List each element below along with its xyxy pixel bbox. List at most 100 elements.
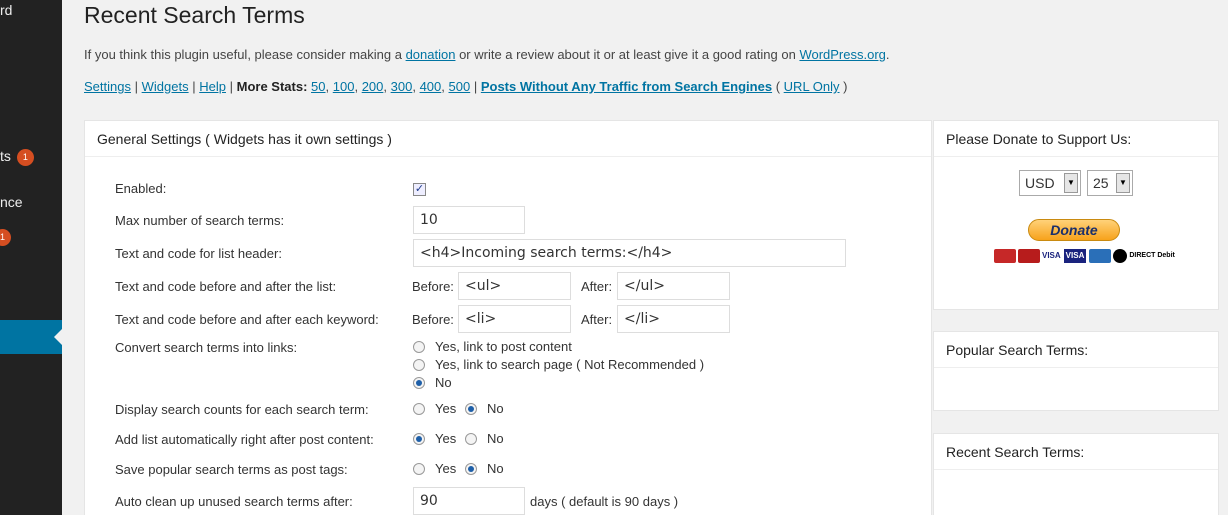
sidebar-item-appearance[interactable]: nce (0, 194, 23, 210)
panel-title: General Settings ( Widgets has it own se… (85, 121, 931, 157)
panel-title: Popular Search Terms: (934, 332, 1218, 368)
yes-label: Yes (435, 431, 457, 446)
recent-terms-panel: Recent Search Terms: (933, 433, 1219, 515)
widgets-link[interactable]: Widgets (142, 79, 189, 94)
chevron-down-icon: ▼ (1064, 173, 1078, 193)
update-count-badge: 1 (16, 149, 34, 166)
before-label: Before: (412, 312, 454, 327)
donate-panel: Please Donate to Support Us: (933, 120, 1219, 310)
tags-no-radio[interactable] (465, 463, 477, 475)
after-label: After: (581, 312, 613, 327)
convert-post-label: Yes, link to post content (435, 339, 572, 354)
post-tags-label: Save popular search terms as post tags: (115, 462, 348, 477)
yes-label: Yes (435, 461, 457, 476)
list-after-input[interactable]: </ul> (617, 272, 730, 300)
keyword-before-input[interactable]: <li> (458, 305, 571, 333)
panel-title: Please Donate to Support Us: (934, 121, 1218, 157)
auto-no-radio[interactable] (465, 433, 477, 445)
cleanup-suffix: days ( default is 90 days ) (530, 494, 679, 509)
visa-icon: VISA (1042, 251, 1061, 260)
list-wrap-label: Text and code before and after the list: (115, 279, 337, 294)
paren-close: ) (843, 79, 848, 94)
intro-text: If you think this plugin useful, please … (84, 47, 890, 62)
admin-sidebar: rd ts 1 nce 1 (0, 0, 62, 515)
before-label: Before: (412, 279, 454, 294)
convert-no-radio[interactable] (413, 377, 425, 389)
popular-terms-panel: Popular Search Terms: (933, 331, 1219, 411)
update-count-badge: 1 (0, 229, 11, 246)
stats-link-100[interactable]: 100 (333, 79, 355, 94)
paren-open: ( (775, 79, 781, 94)
convert-post-radio[interactable] (413, 341, 425, 353)
sidebar-item-label: nce (0, 194, 23, 210)
list-header-input[interactable]: <h4>Incoming search terms:</h4> (413, 239, 846, 267)
enabled-checkbox[interactable]: ✓ (413, 183, 426, 196)
counts-yes-radio[interactable] (413, 403, 425, 415)
cleanup-days-input[interactable]: 90 (413, 487, 525, 515)
convert-no-label: No (435, 375, 452, 390)
separator: | (229, 79, 233, 94)
after-label: After: (581, 279, 613, 294)
tags-yes-radio[interactable] (413, 463, 425, 475)
intro-text-part: . (885, 47, 890, 62)
stats-link-500[interactable]: 500 (449, 79, 471, 94)
max-terms-input[interactable]: 10 (413, 206, 525, 234)
max-terms-label: Max number of search terms: (115, 213, 285, 228)
currency-select[interactable]: USD ▼ (1019, 170, 1081, 196)
enabled-label: Enabled: (115, 181, 167, 196)
general-settings-panel: General Settings ( Widgets has it own se… (84, 120, 932, 515)
more-stats-label: More Stats: (236, 79, 308, 94)
list-before-input[interactable]: <ul> (458, 272, 571, 300)
plugin-links-bar: Settings | Widgets | Help | More Stats: … (84, 79, 848, 94)
sidebar-item-label: ts (0, 148, 11, 164)
keyword-wrap-label: Text and code before and after each keyw… (115, 312, 379, 327)
currency-value: USD (1025, 175, 1055, 191)
maestro-icon (1018, 249, 1040, 263)
separator: | (192, 79, 196, 94)
amount-value: 25 (1093, 175, 1109, 191)
sidebar-item-settings-active[interactable] (0, 320, 62, 354)
no-label: No (487, 461, 504, 476)
no-label: No (487, 401, 504, 416)
payment-cards: VISA VISA DIRECT Debit (994, 249, 1178, 263)
mastercard-icon (994, 249, 1016, 263)
direct-debit-label: DIRECT Debit (1129, 252, 1175, 259)
help-link[interactable]: Help (199, 79, 226, 94)
sidebar-item-label: rd (0, 2, 13, 18)
active-menu-arrow (54, 329, 62, 345)
separator: | (473, 79, 478, 94)
auto-yes-radio[interactable] (413, 433, 425, 445)
sidebar-item-plugins[interactable]: 1 (0, 228, 11, 246)
sidebar-item-posts[interactable]: ts 1 (0, 148, 34, 166)
display-counts-label: Display search counts for each search te… (115, 402, 369, 417)
direct-debit-icon (1113, 249, 1128, 263)
wordpress-org-link[interactable]: WordPress.org (799, 47, 885, 62)
donation-link[interactable]: donation (406, 47, 456, 62)
settings-link[interactable]: Settings (84, 79, 131, 94)
convert-search-radio[interactable] (413, 359, 425, 371)
counts-no-radio[interactable] (465, 403, 477, 415)
donate-button[interactable]: Donate (1028, 219, 1120, 241)
auto-add-label: Add list automatically right after post … (115, 432, 374, 447)
amex-icon (1089, 249, 1112, 263)
stats-link-300[interactable]: 300 (391, 79, 413, 94)
yes-label: Yes (435, 401, 457, 416)
stats-link-50[interactable]: 50 (311, 79, 325, 94)
convert-links-label: Convert search terms into links: (115, 340, 298, 355)
separator: | (134, 79, 138, 94)
intro-text-part: or write a review about it or at least g… (455, 47, 800, 62)
sidebar-item-dashboard[interactable]: rd (0, 2, 12, 18)
list-header-label: Text and code for list header: (115, 246, 282, 261)
url-only-link[interactable]: URL Only (784, 79, 840, 94)
convert-search-label: Yes, link to search page ( Not Recommend… (435, 357, 705, 372)
keyword-after-input[interactable]: </li> (617, 305, 730, 333)
stats-link-200[interactable]: 200 (362, 79, 384, 94)
visa-electron-icon: VISA (1063, 249, 1087, 263)
no-label: No (487, 431, 504, 446)
no-traffic-posts-link[interactable]: Posts Without Any Traffic from Search En… (481, 79, 772, 94)
stats-link-400[interactable]: 400 (420, 79, 442, 94)
amount-select[interactable]: 25 ▼ (1087, 170, 1133, 196)
intro-text-part: If you think this plugin useful, please … (84, 47, 406, 62)
cleanup-label: Auto clean up unused search terms after: (115, 494, 353, 509)
chevron-down-icon: ▼ (1116, 173, 1130, 193)
